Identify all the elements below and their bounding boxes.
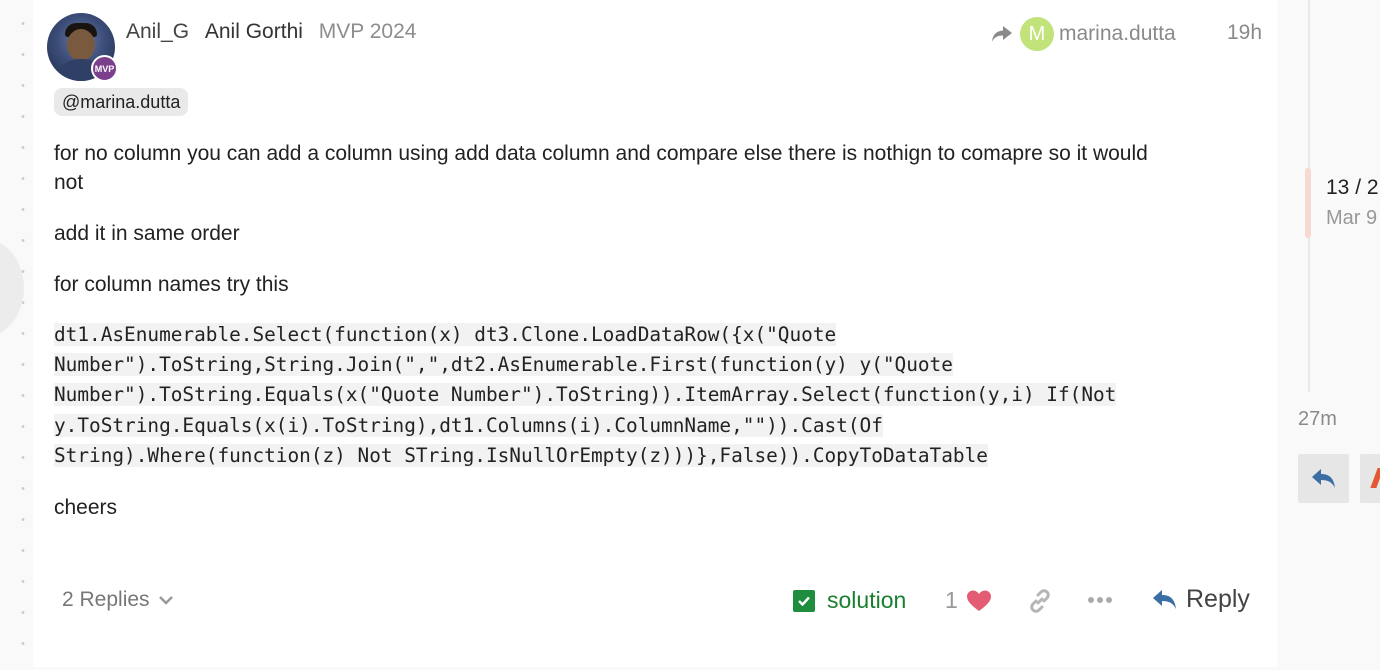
topic-gutter-dots [20,0,26,670]
post-paragraph: not [54,171,84,194]
chevron-down-icon [158,596,173,605]
post-paragraph: add it in same order [54,222,240,245]
reply-to-avatar[interactable]: M [1020,17,1054,51]
user-avatar-group[interactable]: MVP [47,13,121,82]
timeline-handle[interactable] [1305,168,1311,238]
link-icon[interactable] [1027,588,1053,619]
post-paragraph: for no column you can add a column using… [54,142,1148,165]
like-count: 1 [945,587,958,613]
solution-button[interactable]: solution [793,587,906,614]
author-username[interactable]: Anil_G [126,20,189,43]
replies-label: 2 Replies [62,588,150,611]
reply-label: Reply [1186,585,1250,613]
reply-icon [1153,589,1176,609]
reply-icon [1311,468,1335,488]
code-line: Number").ToString,String.Join(",",dt2.As… [54,353,953,377]
timeline-date: Mar 9 [1326,207,1378,229]
code-line: y.ToString.Equals(x(i).ToString),dt1.Col… [54,413,883,437]
timeline-extra-button[interactable] [1360,454,1380,503]
code-line: Number").ToString.Equals(x("Quote Number… [54,383,1117,407]
code-line: String).Where(function(z) Not STring.IsN… [54,443,988,467]
replies-toggle[interactable]: 2 Replies [62,588,174,612]
code-line: dt1.AsEnumerable.Select(function(x) dt3.… [54,323,837,346]
timeline-position: 13 / 2 [1326,176,1379,199]
more-options-icon[interactable] [1087,590,1113,615]
mvp-badge: MVP [91,55,118,82]
solution-label: solution [827,587,907,613]
reply-arrow-icon [990,24,1014,44]
code-block: dt1.AsEnumerable.Select(function(x) dt3.… [54,320,1117,471]
like-button[interactable]: 1 [945,587,992,614]
post-date[interactable]: 19h [1227,21,1262,45]
checkbox-icon [793,589,815,612]
reply-to-indicator[interactable]: M marina.dutta [990,17,1176,51]
reply-to-username[interactable]: marina.dutta [1059,22,1176,46]
post-paragraph: for column names try this [54,273,289,296]
author-title: MVP 2024 [318,20,417,43]
reply-button[interactable]: Reply [1152,585,1250,614]
heart-icon [966,590,991,611]
post-author: Anil_G Anil Gorthi MVP 2024 [126,20,416,44]
mention-link[interactable]: @marina.dutta [54,88,189,116]
author-full-name[interactable]: Anil Gorthi [205,20,303,43]
timeline-last-activity[interactable]: 27m [1298,408,1337,431]
post-closing: cheers [54,496,118,519]
timeline-reply-button[interactable] [1298,454,1349,503]
